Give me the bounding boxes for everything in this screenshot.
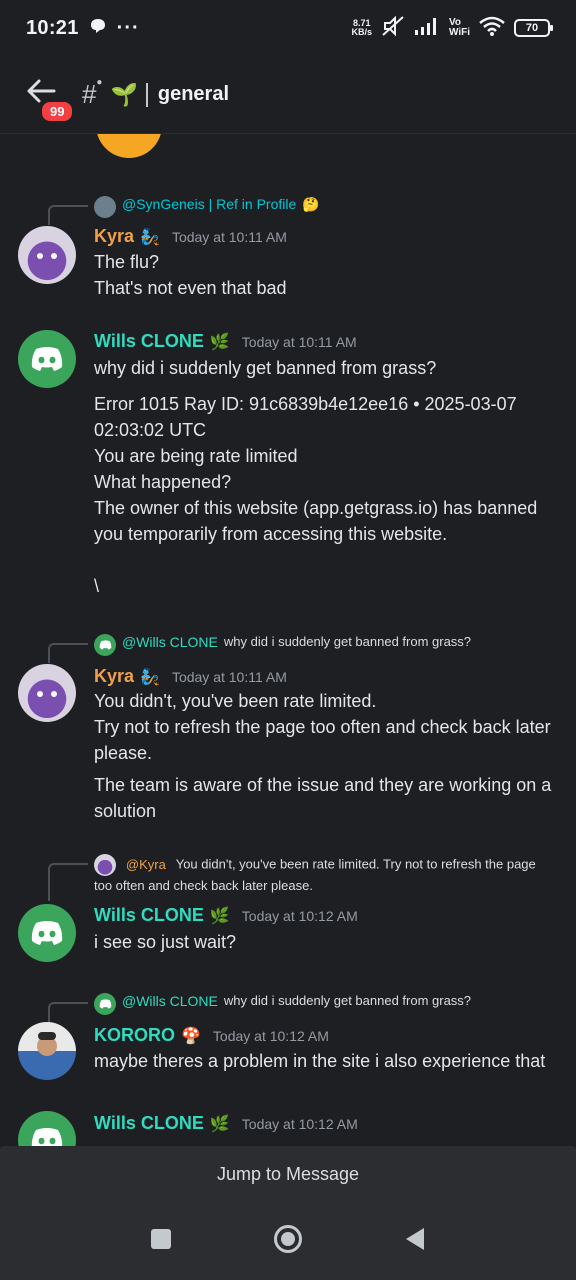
reply-author[interactable]: @Wills CLONE [122,634,218,650]
vowifi-indicator: Vo WiFi [448,17,470,38]
wifi-icon [479,16,505,41]
reply-author[interactable]: @Wills CLONE [122,993,218,1009]
reply-author[interactable]: @SynGeneis | Ref in Profile [122,196,296,212]
timestamp: Today at 10:11 AM [171,228,287,245]
header-divider [145,82,148,107]
status-bar: 10:21 ··· 8.71 KB/s Vo WiFi 70 [0,0,576,56]
timestamp: Today at 10:11 AM [241,333,357,350]
recents-button[interactable] [150,1228,172,1255]
discord-logo-icon [31,1128,63,1146]
channel-header: 99 # ● 🌱 general [0,56,576,134]
avatar[interactable] [18,330,76,388]
circle-icon [273,1224,302,1253]
jump-to-message-button[interactable]: Jump to Message [0,1146,576,1202]
jump-label: Jump to Message [216,1163,360,1184]
reply-text: why did i suddenly get banned from grass… [223,993,472,1008]
timestamp: Today at 10:12 AM [241,907,358,924]
channel-hash-icon: # ● [82,77,103,109]
reply-preview[interactable]: @Wills CLONE why did i suddenly get bann… [48,993,472,1022]
genie-icon: 🧞 [140,228,160,246]
grass-icon: 🌿 [209,1115,230,1133]
reply-preview[interactable]: @Wills CLONE why did i suddenly get bann… [48,634,472,663]
grass-icon: 🌿 [209,333,230,351]
username[interactable]: Wills CLONE [94,1113,204,1134]
message-header: Wills CLONE 🌿 Today at 10:11 AM [94,331,357,352]
message-body: i see so just wait? [94,932,237,952]
battery-indicator: 70 [514,19,553,37]
back-button[interactable]: 99 [26,78,75,123]
grass-icon: 🌿 [209,907,230,925]
username[interactable]: KORORO [94,1025,175,1046]
clock: 10:21 [26,16,79,39]
message-header: Kyra 🧞 Today at 10:11 AM [94,226,287,247]
triangle-back-icon [405,1227,424,1250]
reply-preview[interactable]: @SynGeneis | Ref in Profile 🤔 [48,196,320,225]
reply-text: why did i suddenly get banned from grass… [223,634,472,649]
mushroom-icon: 🍄 [181,1027,201,1045]
net-speed: 8.71 KB/s [351,18,372,37]
chat-bubble-icon [89,17,107,40]
more-dots-icon: ··· [116,16,140,39]
reply-author[interactable]: @Kyra [126,857,166,872]
channel-name[interactable]: general [158,83,229,106]
reply-avatar [94,993,116,1015]
username[interactable]: Wills CLONE [94,331,204,352]
timestamp: Today at 10:12 AM [241,1115,358,1132]
username[interactable]: Kyra [94,226,134,247]
system-nav-bar [0,1202,576,1280]
thinking-emoji-icon: 🤔 [302,196,320,212]
message-body: why did i suddenly get banned from grass… [94,358,538,596]
avatar[interactable] [18,904,76,962]
back-nav-button[interactable] [404,1227,426,1256]
reply-avatar [94,196,116,218]
message-list[interactable]: @SynGeneis | Ref in Profile 🤔 Kyra 🧞 Tod… [0,134,576,1146]
sprout-icon: 🌱 [110,81,138,107]
message-header: Wills CLONE 🌿 Today at 10:12 AM [94,1113,358,1134]
square-icon [151,1228,172,1249]
reply-preview[interactable]: @Kyra You didn't, you've been rate limit… [48,854,554,901]
discord-logo-icon [31,921,63,945]
message-header: Wills CLONE 🌿 Today at 10:12 AM [94,905,358,926]
signal-icon [414,16,440,41]
avatar[interactable] [18,1022,76,1080]
username[interactable]: Wills CLONE [94,905,204,926]
message-body: The flu? That's not even that bad [94,252,287,298]
mute-icon [381,15,405,42]
message-body: You didn't, you've been rate limited. Tr… [94,691,552,821]
message-body: maybe theres a problem in the site i als… [94,1051,546,1071]
avatar[interactable] [18,226,76,284]
message-header: Kyra 🧞 Today at 10:11 AM [94,666,287,687]
username[interactable]: Kyra [94,666,134,687]
avatar[interactable] [18,1111,76,1146]
unread-badge: 99 [40,99,75,123]
reply-avatar [94,854,116,876]
timestamp: Today at 10:12 AM [212,1027,329,1044]
discord-logo-icon [31,347,63,371]
timestamp: Today at 10:11 AM [171,668,287,685]
reply-avatar [94,634,116,656]
home-button[interactable] [273,1224,303,1259]
message-header: KORORO 🍄 Today at 10:12 AM [94,1025,329,1046]
emoji-sticker [96,134,162,158]
avatar[interactable] [18,664,76,722]
genie-icon: 🧞 [140,668,160,686]
